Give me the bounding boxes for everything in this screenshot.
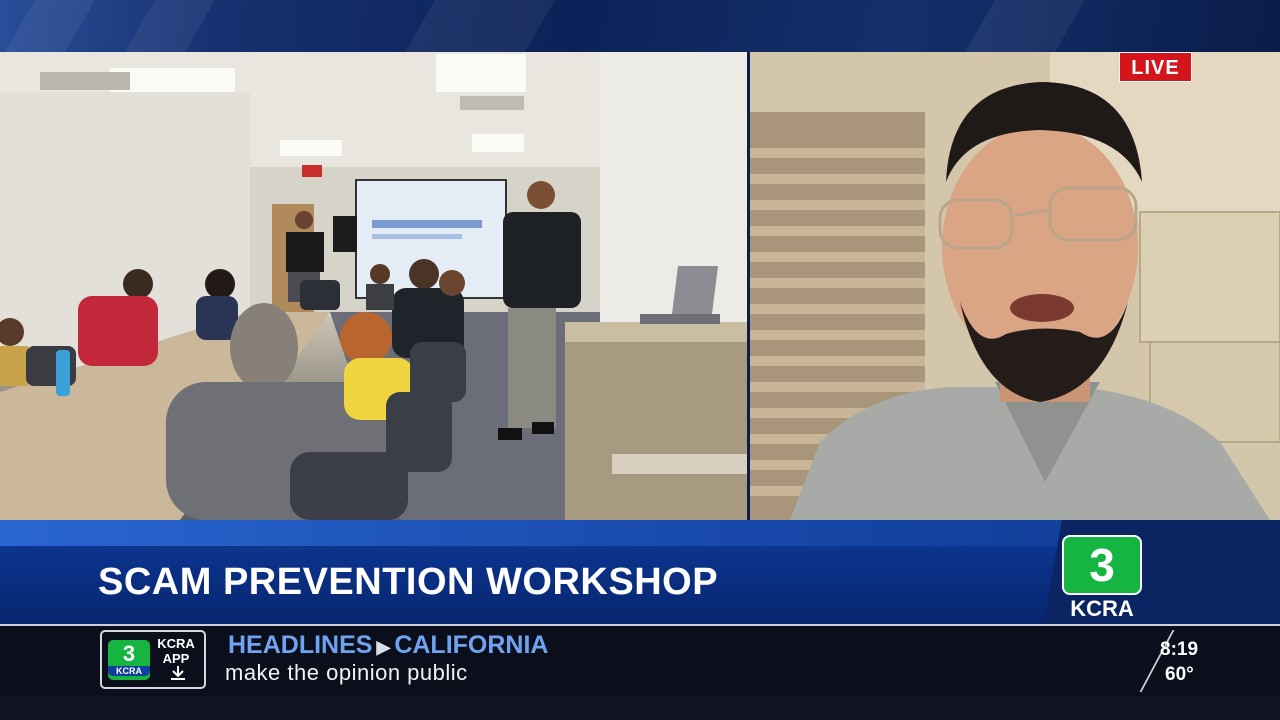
ticker-heading: HEADLINES ▶ CALIFORNIA <box>228 631 548 660</box>
workshop-scene <box>0 52 747 520</box>
station-logo-text: KCRA <box>1070 596 1134 621</box>
app-logo-text: KCRA <box>108 666 150 676</box>
app-logo-number: 3 <box>122 641 136 666</box>
station-logo-area <box>1010 520 1280 624</box>
headline-title: SCAM PREVENTION WORKSHOP <box>98 561 719 603</box>
app-logo-icon: 3 KCRA <box>108 640 150 680</box>
ticker-text: make the opinion public <box>225 660 468 685</box>
ticker-subsection: CALIFORNIA <box>394 631 549 659</box>
bottom-strip <box>0 696 1280 720</box>
live-badge: LIVE <box>1119 52 1192 82</box>
play-arrow-icon: ▶ <box>376 637 391 657</box>
guest-video-feed <box>750 52 1280 520</box>
top-banner <box>0 0 1280 52</box>
temperature: 60° <box>1165 664 1194 685</box>
ticker-section: HEADLINES <box>228 631 373 659</box>
clock-time: 8:19 <box>1160 639 1199 660</box>
guest-scene <box>750 52 1280 520</box>
workshop-video-feed <box>0 52 747 520</box>
download-icon <box>168 665 188 681</box>
station-logo-icon: 3 <box>1062 535 1142 595</box>
app-label: KCRA APP <box>157 636 195 666</box>
